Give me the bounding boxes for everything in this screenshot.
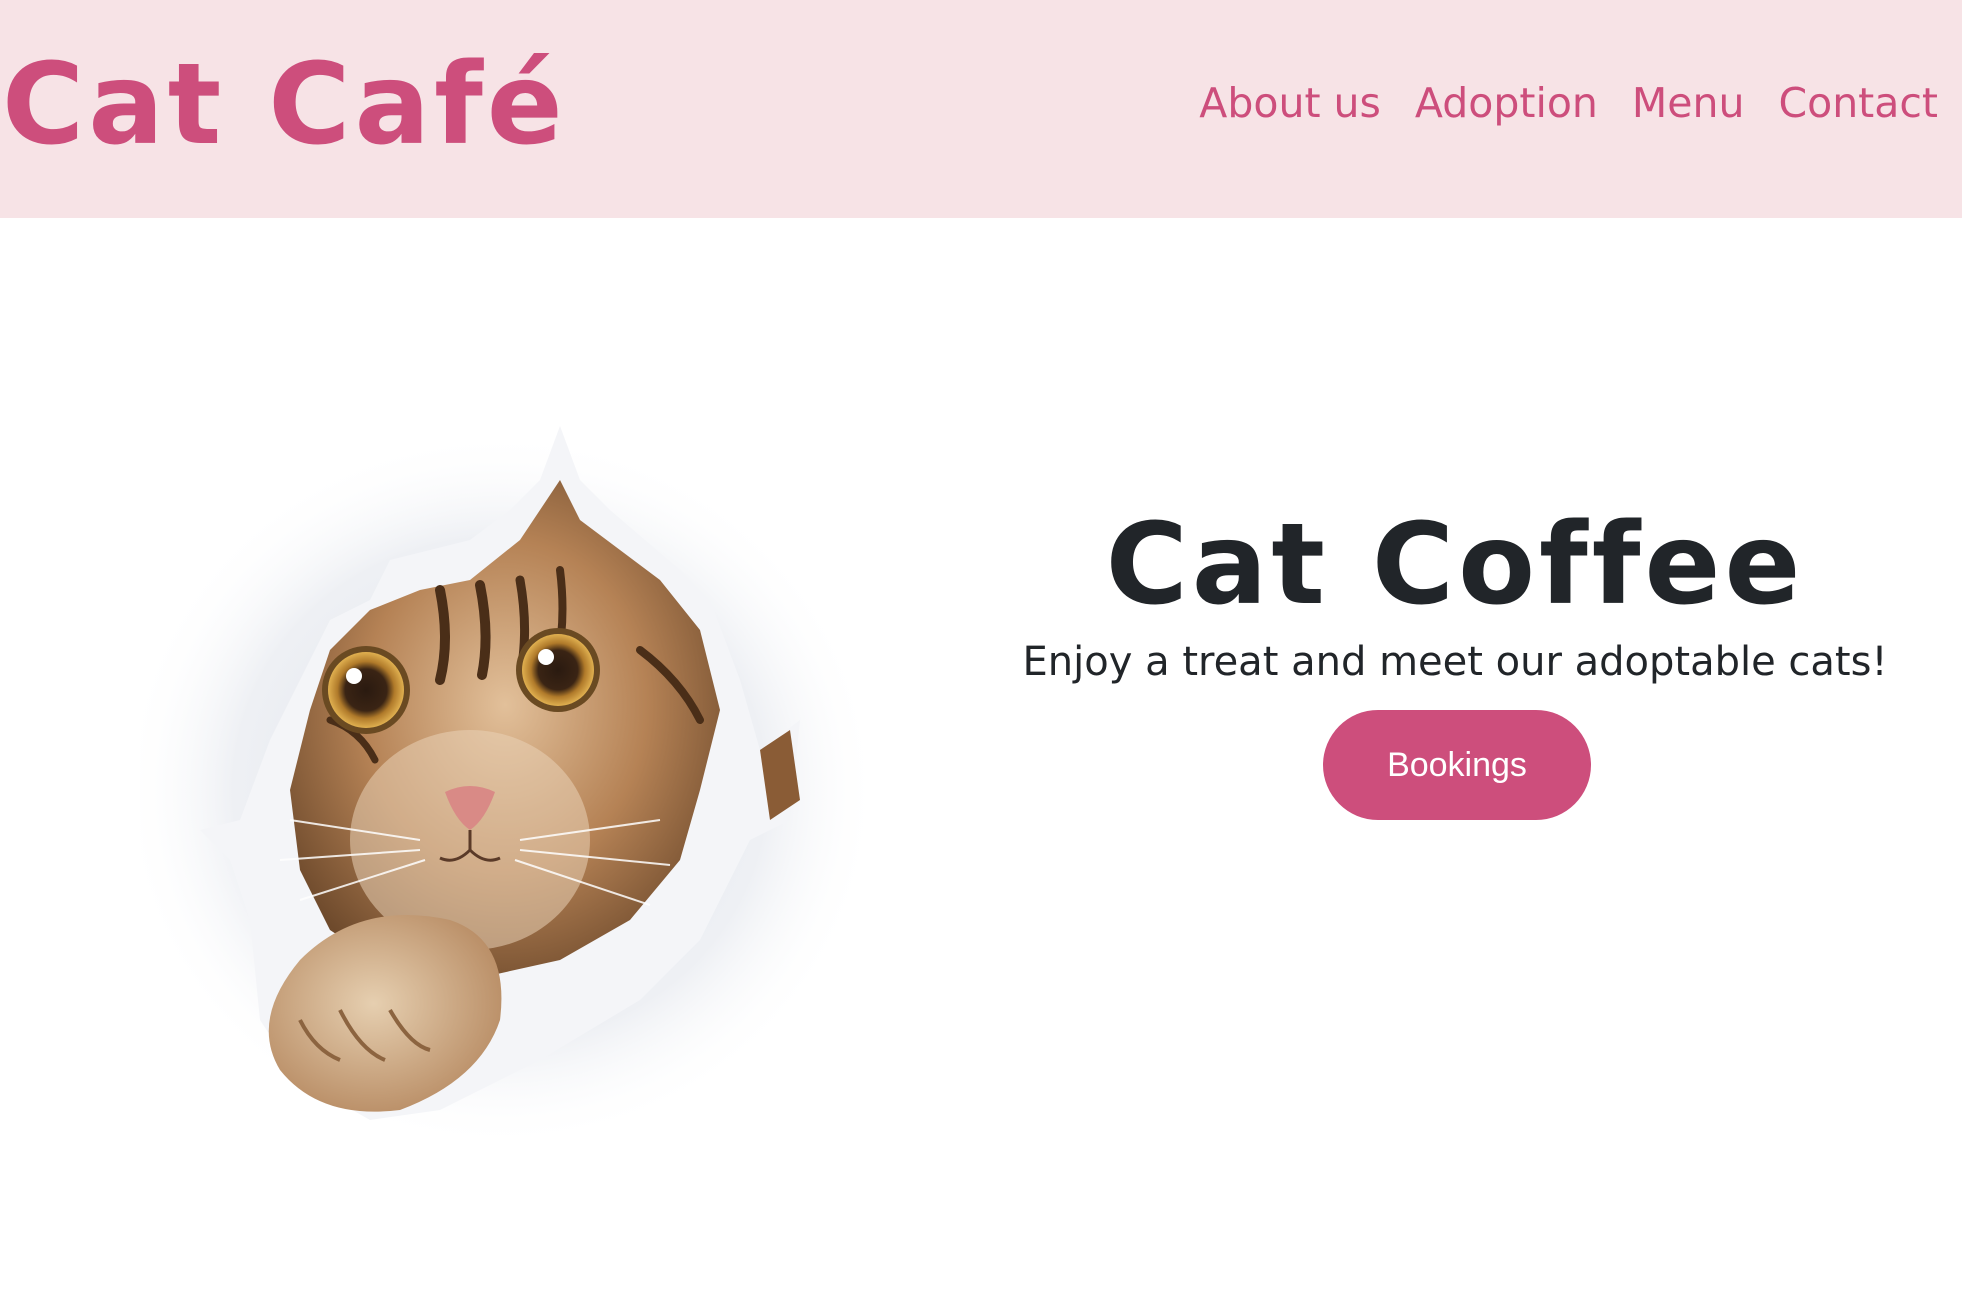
nav-link-adoption[interactable]: Adoption: [1415, 72, 1598, 134]
site-logo[interactable]: Cat Café: [2, 40, 567, 170]
nav-link-menu[interactable]: Menu: [1632, 72, 1745, 134]
hero-title: Cat Coffee: [1105, 500, 1805, 631]
cat-peeking-illustration: [140, 426, 880, 1140]
bookings-button[interactable]: Bookings: [1323, 710, 1591, 820]
nav-link-contact[interactable]: Contact: [1778, 72, 1938, 134]
hero-cat-image: [140, 420, 900, 1140]
site-header: Cat Café About us Adoption Menu Contact: [0, 0, 1962, 218]
hero-subtitle: Enjoy a treat and meet our adoptable cat…: [1022, 639, 1888, 685]
nav-link-about-us[interactable]: About us: [1199, 72, 1381, 134]
main-nav: About us Adoption Menu Contact: [1199, 72, 1938, 134]
